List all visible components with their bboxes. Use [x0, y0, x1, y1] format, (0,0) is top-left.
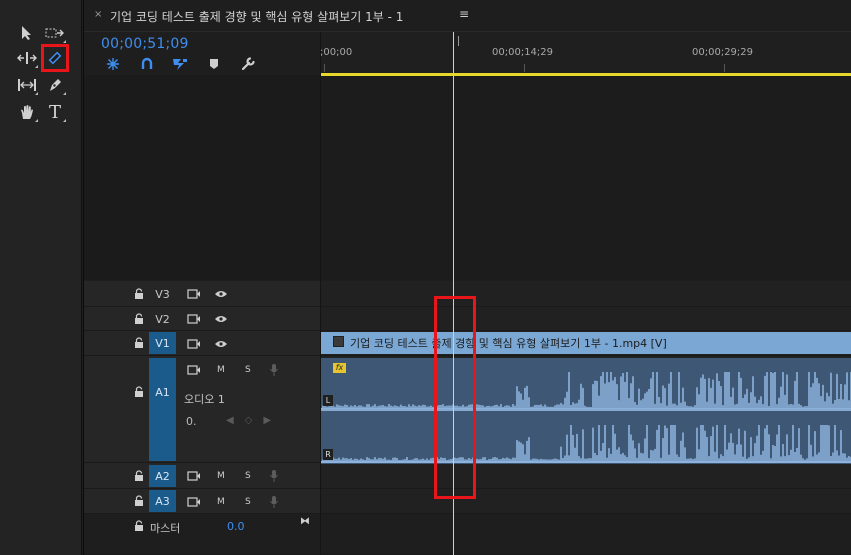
sync-lock-icon[interactable]: [187, 339, 201, 349]
track-select-forward-icon[interactable]: [44, 22, 66, 44]
waveform-channel: [322, 425, 851, 461]
nest-sequence-icon[interactable]: [105, 56, 121, 72]
sync-lock-icon[interactable]: [187, 314, 201, 324]
playhead-timecode[interactable]: 00;00;51;09: [101, 36, 189, 52]
lock-icon[interactable]: [134, 337, 144, 349]
pen-tool-icon[interactable]: [44, 74, 66, 96]
master-track-label: 마스터: [150, 522, 181, 535]
lock-icon[interactable]: [134, 495, 144, 507]
channel-right-tag: R: [323, 449, 333, 460]
track-name-a3[interactable]: A3: [149, 490, 176, 512]
track-lane-a2[interactable]: [321, 463, 851, 489]
type-tool-icon[interactable]: T: [44, 101, 66, 123]
ruler-tick: [524, 64, 525, 72]
sync-lock-icon[interactable]: [187, 471, 201, 481]
microphone-icon[interactable]: [269, 363, 279, 377]
microphone-icon[interactable]: [269, 495, 279, 509]
eye-icon[interactable]: [214, 339, 228, 349]
panel-menu-icon[interactable]: ≡: [459, 7, 469, 21]
eye-icon[interactable]: [214, 314, 228, 324]
keyframe-navigation[interactable]: ◀◇▶: [226, 415, 282, 426]
mute-button[interactable]: M: [217, 471, 225, 481]
track-lane-v3[interactable]: [321, 281, 851, 307]
track-target-a1[interactable]: A1: [149, 358, 176, 461]
audio-track-label: 오디오 1: [184, 393, 225, 406]
sync-lock-icon[interactable]: [187, 289, 201, 299]
audio-clip[interactable]: fx L R: [321, 358, 851, 464]
sync-lock-icon[interactable]: [187, 497, 201, 507]
ruler-tick: [324, 64, 325, 72]
eye-icon[interactable]: [214, 289, 228, 299]
ruler-tick: [724, 64, 725, 72]
track-header-v3: V3: [84, 281, 320, 307]
timeline-tab-header: × 기업 코딩 테스트 출제 경향 및 핵심 유형 살펴보기 1부 - 1 ≡: [84, 0, 851, 32]
lock-icon[interactable]: [134, 470, 144, 482]
selection-tool-icon[interactable]: [16, 22, 38, 44]
track-header-v1: V1: [84, 331, 320, 356]
add-marker-icon[interactable]: [206, 56, 222, 72]
volume-keyframe-icon[interactable]: 0.: [186, 415, 197, 428]
timeline-panel: × 기업 코딩 테스트 출제 경향 및 핵심 유형 살펴보기 1부 - 1 ≡ …: [83, 0, 851, 555]
tools-panel: T: [0, 0, 82, 555]
slip-tool-icon[interactable]: [16, 74, 38, 96]
lock-icon[interactable]: [134, 288, 144, 300]
close-tab-button[interactable]: ×: [94, 9, 102, 20]
waveform-channel: [322, 372, 851, 408]
track-header-a3: A3 M S: [84, 489, 320, 514]
razor-tool-icon[interactable]: [41, 44, 69, 72]
timeline-settings-wrench-icon[interactable]: [240, 56, 256, 72]
fx-badge: fx: [333, 363, 346, 373]
video-clip-label: 기업 코딩 테스트 출제 경향 및 핵심 유형 살펴보기 1부 - 1.mp4 …: [350, 337, 667, 350]
mute-button[interactable]: M: [217, 365, 225, 375]
hand-tool-icon[interactable]: [16, 101, 38, 123]
track-header-master: [84, 514, 320, 555]
time-ruler[interactable]: ;00;00 00;00;14;29 00;00;29;29: [320, 32, 851, 76]
channel-left-tag: L: [323, 395, 333, 406]
type-tool-glyph: T: [48, 101, 61, 123]
track-lane-master: [321, 514, 851, 555]
track-name-a1: A1: [155, 386, 170, 399]
track-header-a1: M S: [84, 356, 320, 463]
microphone-icon[interactable]: [269, 469, 279, 483]
ripple-edit-icon[interactable]: [16, 47, 38, 69]
audio-waveform: [321, 372, 851, 463]
track-name-v1[interactable]: V1: [149, 332, 176, 354]
channel-divider: [321, 409, 851, 411]
linked-selection-icon[interactable]: [172, 56, 188, 72]
lock-icon[interactable]: [134, 386, 144, 398]
track-name-v3[interactable]: V3: [149, 283, 176, 305]
solo-button[interactable]: S: [245, 365, 251, 375]
solo-button[interactable]: S: [245, 497, 251, 507]
track-name-a2[interactable]: A2: [149, 465, 176, 487]
lock-icon[interactable]: [134, 313, 144, 325]
empty-video-space: [321, 76, 851, 280]
track-header-a2: A2 M S: [84, 463, 320, 489]
clip-fx-icon: [333, 336, 344, 347]
master-volume-value[interactable]: 0.0: [227, 520, 245, 533]
ruler-label-29-29: 00;00;29;29: [692, 47, 754, 58]
track-lane-v2[interactable]: [321, 307, 851, 331]
mute-button[interactable]: M: [217, 497, 225, 507]
track-lane-a3[interactable]: [321, 489, 851, 514]
lock-icon[interactable]: [134, 520, 144, 532]
track-header-v2: V2: [84, 307, 320, 331]
video-clip[interactable]: 기업 코딩 테스트 출제 경향 및 핵심 유형 살펴보기 1부 - 1.mp4 …: [321, 332, 851, 354]
ruler-label-start: ;00;00: [320, 47, 353, 58]
waveform-baseline: [321, 461, 851, 463]
snap-icon[interactable]: [139, 56, 155, 72]
sequence-title[interactable]: 기업 코딩 테스트 출제 경향 및 핵심 유형 살펴보기 1부 - 1: [110, 8, 403, 25]
sync-lock-icon[interactable]: [187, 365, 201, 375]
ruler-label-14-29: 00;00;14;29: [492, 47, 554, 58]
timeline-controls-area: [84, 75, 320, 280]
master-link-icon[interactable]: ⧓: [300, 516, 310, 527]
highlight-annotation: [434, 296, 476, 499]
track-name-v2[interactable]: V2: [149, 308, 176, 330]
solo-button[interactable]: S: [245, 471, 251, 481]
playhead-marker[interactable]: [458, 36, 459, 46]
